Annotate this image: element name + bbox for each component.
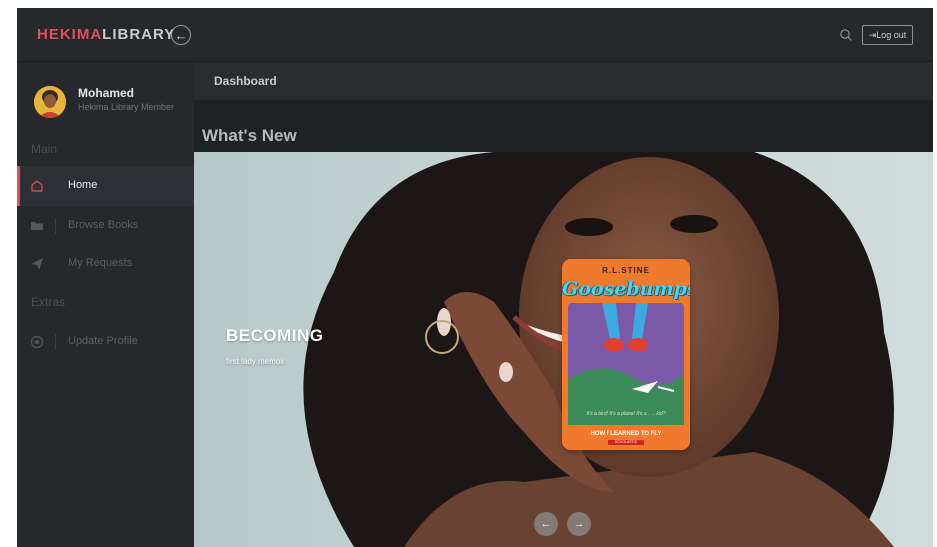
sidebar-item-label: Home <box>68 179 98 191</box>
search-icon[interactable] <box>839 28 853 42</box>
sidebar-item-update-profile[interactable]: Update Profile <box>17 322 194 362</box>
book-author: R.L.STINE <box>602 266 650 275</box>
app-window: HEKIMALIBRARY ← ⇥Log out Mohamed Hekima … <box>17 8 933 547</box>
page-header: Dashboard <box>194 62 933 100</box>
hero-subtitle: first lady memoir <box>226 357 285 366</box>
logout-label: Log out <box>876 30 907 40</box>
sidebar-item-label: My Requests <box>68 257 133 269</box>
logout-button[interactable]: ⇥Log out <box>862 25 913 45</box>
target-icon <box>30 335 44 349</box>
home-icon <box>31 180 43 192</box>
avatar[interactable] <box>34 86 66 118</box>
arrow-right-icon: → <box>573 518 585 530</box>
avatar-image <box>34 86 66 118</box>
sidebar-item-label: Browse Books <box>68 219 139 231</box>
user-role: Hekima Library Member <box>78 102 175 112</box>
brand-part-1: HEKIMA <box>37 26 103 43</box>
brand-part-2: LIBRARY <box>102 26 176 43</box>
book-series: Goosebumps <box>562 278 690 300</box>
sidebar-item-my-requests[interactable]: My Requests <box>17 244 194 284</box>
nav-separator <box>55 218 56 234</box>
top-bar: HEKIMALIBRARY ← ⇥Log out <box>17 8 933 62</box>
book-publisher: SCHOLASTIC <box>608 440 644 445</box>
arrow-left-icon: ← <box>174 28 188 43</box>
send-icon <box>31 258 43 270</box>
section-title: What's New <box>202 126 297 145</box>
book-tagline: It's a bird! It's a plane! It's a . . . … <box>586 411 666 417</box>
sidebar-item-home[interactable]: Home <box>17 166 194 206</box>
brand-logo[interactable]: HEKIMALIBRARY <box>37 26 175 43</box>
user-name: Mohamed <box>78 86 135 100</box>
folder-icon <box>31 222 43 230</box>
arrow-left-icon: ← <box>540 518 552 530</box>
book-subtitle: HOW I LEARNED TO FLY <box>590 431 662 437</box>
sidebar-item-label: Update Profile <box>68 335 138 347</box>
page-title: Dashboard <box>214 74 277 88</box>
book-cover-card[interactable]: R.L.STINE Goosebumps It's a bird! It's a… <box>562 259 690 450</box>
hero-title: BECOMING <box>226 326 324 345</box>
section-label-extras: Extras <box>31 295 66 309</box>
sidebar-collapse-button[interactable]: ← <box>171 25 191 45</box>
section-label-main: Main <box>31 142 58 156</box>
nav-separator <box>55 334 56 350</box>
carousel-next-button[interactable]: → <box>567 512 591 536</box>
featured-carousel: BECOMING first lady memoir R.L.STINE Goo… <box>194 152 933 547</box>
carousel-prev-button[interactable]: ← <box>534 512 558 536</box>
sidebar-item-browse-books[interactable]: Browse Books <box>17 206 194 246</box>
sidebar: Mohamed Hekima Library Member Main Home … <box>17 62 194 547</box>
